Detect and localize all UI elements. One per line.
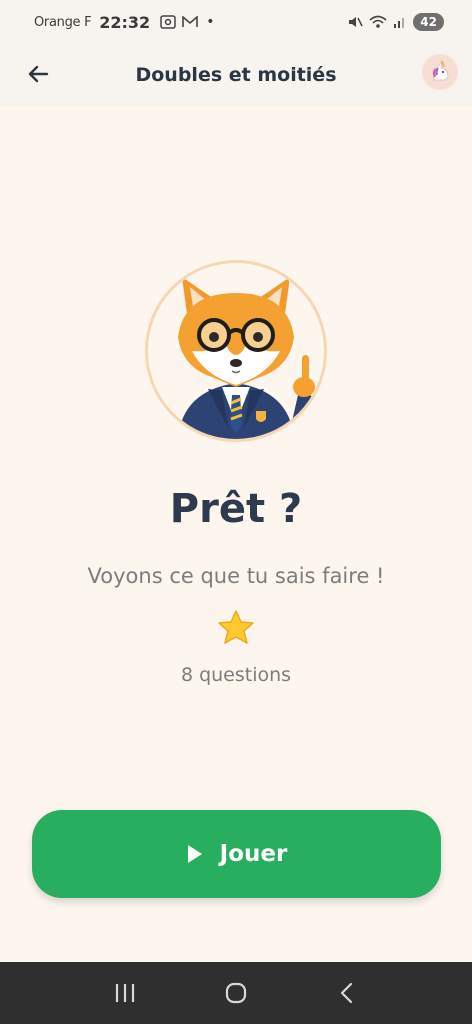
play-button[interactable]: Jouer bbox=[32, 810, 441, 898]
carrier-label: Orange F bbox=[34, 14, 92, 30]
fox-mascot-icon bbox=[178, 277, 315, 439]
app-header: Doubles et moitiés bbox=[0, 44, 472, 106]
page-title: Doubles et moitiés bbox=[135, 64, 337, 86]
mascot-image bbox=[145, 260, 327, 442]
avatar[interactable] bbox=[422, 54, 458, 90]
battery-indicator: 42 bbox=[413, 13, 444, 31]
unicorn-icon bbox=[432, 60, 449, 81]
signal-icon bbox=[394, 18, 405, 28]
clock: 22:32 bbox=[99, 12, 151, 32]
home-icon bbox=[225, 982, 247, 1004]
ready-title: Prêt ? bbox=[169, 486, 303, 532]
status-dot: • bbox=[206, 14, 215, 30]
play-button-label: Jouer bbox=[219, 841, 288, 867]
play-icon bbox=[187, 845, 202, 863]
home-button[interactable] bbox=[216, 973, 256, 1013]
screenshot-icon bbox=[160, 15, 176, 29]
system-back-button[interactable] bbox=[327, 973, 367, 1013]
subtitle: Voyons ce que tu sais faire ! bbox=[87, 564, 385, 588]
recent-apps-button[interactable] bbox=[105, 973, 145, 1013]
back-button[interactable] bbox=[20, 56, 56, 92]
wifi-icon bbox=[369, 15, 387, 28]
arrow-left-icon bbox=[28, 65, 49, 83]
chevron-left-icon bbox=[340, 982, 352, 1004]
recent-apps-icon bbox=[116, 984, 135, 1002]
system-icons: 42 bbox=[347, 13, 444, 31]
system-nav-bar bbox=[0, 962, 472, 1024]
mail-icon bbox=[182, 16, 198, 27]
star-icon bbox=[216, 608, 256, 648]
mute-icon bbox=[349, 17, 363, 27]
question-count: 8 questions bbox=[180, 664, 292, 686]
notification-icons bbox=[160, 15, 198, 29]
status-bar: Orange F 22:32 • 42 bbox=[0, 0, 472, 44]
